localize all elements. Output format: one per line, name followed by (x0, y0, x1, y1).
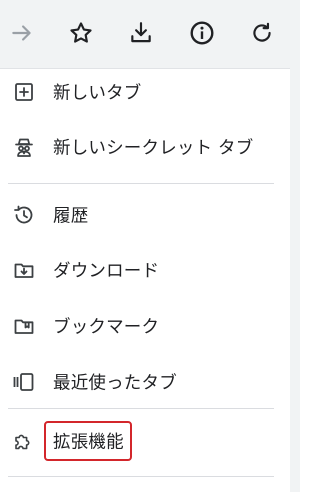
bookmark-star-button[interactable] (64, 18, 98, 52)
incognito-icon (12, 135, 36, 159)
menu-divider (8, 476, 274, 477)
extension-puzzle-icon (12, 429, 36, 453)
menu-item-label: 新しいシークレット タブ (53, 138, 254, 159)
recent-tabs-icon (12, 370, 36, 394)
page-info-button[interactable] (185, 18, 219, 52)
menu-divider (8, 408, 274, 409)
menu-item-label: 履歴 (53, 206, 89, 227)
reload-icon (249, 20, 275, 50)
extensions-highlight-box (44, 421, 132, 461)
history-icon (12, 203, 36, 227)
bookmarks-folder-icon (12, 314, 36, 338)
browser-menu-screen: 新しいタブ 新しいシークレット タブ 履歴 ダウンロード ブックマーク 最近使っ… (0, 0, 300, 492)
menu-item-new-tab[interactable]: 新しいタブ (0, 69, 290, 115)
forward-button[interactable] (5, 18, 39, 52)
arrow-right-icon (9, 20, 35, 50)
reload-button[interactable] (245, 18, 279, 52)
menu-item-history[interactable]: 履歴 (0, 192, 290, 238)
menu-item-bookmarks[interactable]: ブックマーク (0, 303, 290, 349)
menu-item-label: 最近使ったタブ (53, 373, 177, 394)
menu-item-recent-tabs[interactable]: 最近使ったタブ (0, 359, 290, 405)
menu-toolbar (0, 0, 290, 69)
menu-item-label: ダウンロード (53, 261, 160, 282)
background-page-edge (290, 0, 300, 492)
download-page-button[interactable] (124, 18, 158, 52)
menu-item-downloads[interactable]: ダウンロード (0, 247, 290, 293)
download-icon (128, 20, 154, 50)
menu-item-new-incognito-tab[interactable]: 新しいシークレット タブ (0, 124, 290, 170)
star-icon (68, 20, 94, 50)
chrome-overflow-menu: 新しいタブ 新しいシークレット タブ 履歴 ダウンロード ブックマーク 最近使っ… (0, 0, 290, 492)
info-icon (189, 20, 215, 50)
menu-divider (8, 183, 274, 184)
menu-item-label: ブックマーク (53, 317, 160, 338)
downloads-folder-icon (12, 258, 36, 282)
menu-item-label: 新しいタブ (53, 83, 142, 104)
new-tab-icon (12, 80, 36, 104)
